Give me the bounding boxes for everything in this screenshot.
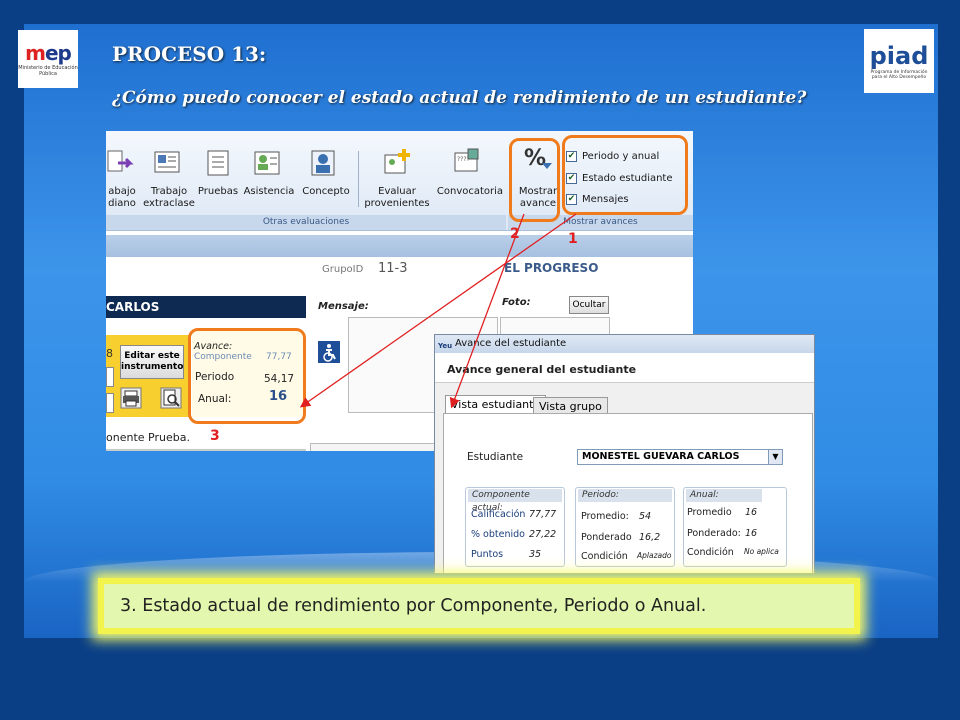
grupo-id-value: 11-3 xyxy=(378,261,408,276)
highlight-checkboxes xyxy=(562,135,688,215)
anual-ponderado-label: Ponderado: xyxy=(687,528,741,539)
instrument-field-digit: 8 xyxy=(106,347,113,360)
instrument-field-2[interactable] xyxy=(106,393,114,413)
ribbon-button-convocatoria[interactable]: Convocatoria xyxy=(434,186,506,198)
marker-3: 3 xyxy=(210,428,220,444)
mensaje-label: Mensaje: xyxy=(318,301,369,312)
preview-icon[interactable] xyxy=(160,387,182,409)
puntos-value: 35 xyxy=(529,549,542,560)
concepto-icon xyxy=(311,150,335,176)
puntos-label: Puntos xyxy=(471,549,504,560)
tab-vista-estudiante[interactable]: Vista estudiante xyxy=(445,395,547,413)
pruebas-icon xyxy=(207,150,229,176)
periodo-condicion-label: Condición xyxy=(581,551,628,562)
periodo-title: Periodo: xyxy=(578,489,672,502)
estudiante-select[interactable]: MONESTEL GUEVARA CARLOS ▼ xyxy=(577,449,783,465)
mep-logo-caption: Ministerio de Educación Pública xyxy=(18,65,78,77)
ribbon-button-pruebas[interactable]: Pruebas xyxy=(196,186,240,198)
periodo-promedio-label: Promedio: xyxy=(581,511,629,522)
chevron-down-icon[interactable]: ▼ xyxy=(768,450,782,464)
highlight-mostrar-avance xyxy=(509,138,560,222)
popup-app-icon: Yeu xyxy=(438,342,453,350)
grupo-id-label: GrupoID xyxy=(322,264,364,275)
highlight-avance xyxy=(188,328,306,424)
popup-titlebar: Yeu Avance del estudiante xyxy=(435,335,814,353)
anual-condicion-value: No aplica xyxy=(744,547,779,556)
anual-title: Anual: xyxy=(686,489,762,502)
calificacion-value: 77,77 xyxy=(529,509,557,520)
obtenido-label: % obtenido xyxy=(471,529,525,540)
periodo-ponderado-value: 16,2 xyxy=(639,532,661,543)
mep-logo: mep Ministerio de Educación Pública xyxy=(18,30,78,88)
caption-text: 3. Estado actual de rendimiento por Comp… xyxy=(120,596,707,616)
evaluar-provenientes-icon xyxy=(384,149,410,174)
marker-2: 2 xyxy=(510,226,520,242)
accessibility-icon[interactable] xyxy=(318,341,340,363)
slide-title: PROCESO 13: xyxy=(112,42,267,66)
ocultar-button[interactable]: Ocultar xyxy=(569,296,609,314)
anual-promedio-value: 16 xyxy=(745,507,758,518)
periodo-promedio-value: 54 xyxy=(639,511,652,522)
ribbon-button-trabajo-cotidiano[interactable]: abajo diano xyxy=(106,186,144,210)
trabajo-extraclase-icon xyxy=(154,151,180,173)
avance-estudiante-window: Yeu Avance del estudiante Avance general… xyxy=(434,334,815,574)
form-toolbar-band xyxy=(106,235,693,257)
print-icon[interactable] xyxy=(120,387,142,409)
piad-logo: piad Programa de Información para el Alt… xyxy=(864,29,934,93)
slide-subtitle: ¿Cómo puedo conocer el estado actual de … xyxy=(112,88,807,108)
anual-promedio-label: Promedio xyxy=(687,507,732,518)
foto-label: Foto: xyxy=(502,297,531,308)
caption-box: 3. Estado actual de rendimiento por Comp… xyxy=(98,578,860,634)
mep-logo-wordmark: mep xyxy=(25,41,72,65)
ribbon-separator xyxy=(358,151,359,207)
anual-condicion-label: Condición xyxy=(687,547,734,558)
componente-prueba-text: onente Prueba. xyxy=(106,431,190,444)
trabajo-cotidiano-icon xyxy=(107,150,134,172)
convocatoria-icon: ???? xyxy=(454,148,479,172)
ribbon-button-trabajo-extraclase[interactable]: Trabajo extraclase xyxy=(142,186,196,210)
school-name: EL PROGRESO xyxy=(504,261,599,275)
periodo-ponderado-label: Ponderado xyxy=(581,532,632,543)
ribbon-button-evaluar-provenientes[interactable]: Evaluar provenientes xyxy=(360,186,434,210)
asistencia-icon xyxy=(254,151,280,175)
piad-logo-caption: Programa de Información para el Alto Des… xyxy=(870,70,928,80)
ribbon-button-concepto[interactable]: Concepto xyxy=(298,186,354,198)
marker-1: 1 xyxy=(568,231,578,247)
ribbon-group-otras-evaluaciones: Otras evaluaciones xyxy=(106,215,506,230)
obtenido-value: 27,22 xyxy=(529,529,557,540)
componente-actual-title: Componente actual: xyxy=(468,489,562,513)
instrument-field[interactable] xyxy=(106,367,114,387)
anual-ponderado-value: 16 xyxy=(745,528,758,539)
lower-field xyxy=(310,443,440,451)
estudiante-label: Estudiante xyxy=(467,451,524,463)
popup-heading: Avance general del estudiante xyxy=(435,353,814,383)
periodo-condicion-value: Aplazado xyxy=(637,551,672,560)
form-divider xyxy=(106,449,306,451)
piad-logo-wordmark: piad xyxy=(869,42,929,70)
student-name-bar: CARLOS xyxy=(106,296,306,318)
calificacion-label: Calificación xyxy=(471,509,526,520)
edit-instrument-button[interactable]: Editar este instrumento xyxy=(120,345,184,379)
ribbon-button-asistencia[interactable]: Asistencia xyxy=(240,186,298,198)
